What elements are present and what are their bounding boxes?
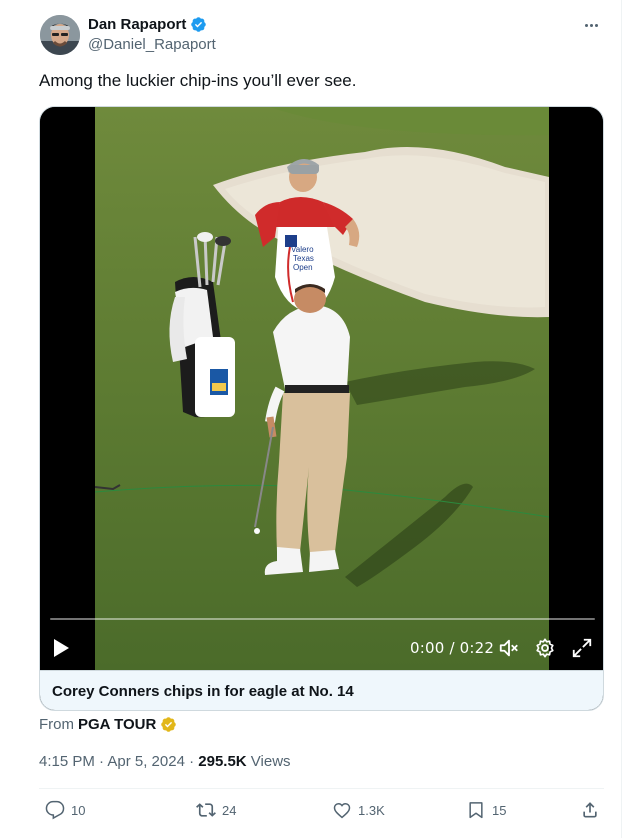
reply-icon [45, 800, 65, 820]
divider-top [39, 788, 604, 789]
svg-text:Open: Open [293, 263, 313, 272]
repost-icon [196, 803, 216, 817]
share-button[interactable] [580, 800, 600, 820]
tweet-meta: 4:15 PM · Apr 5, 2024 · 295.5K Views [39, 753, 291, 770]
source-attribution: From PGA TOUR [39, 716, 177, 733]
video-card[interactable]: Valero Texas Open 0:00 / 0:22 Corey Conn… [39, 106, 604, 711]
svg-text:Texas: Texas [293, 254, 314, 263]
action-bar: 10 24 1.3K 15 [39, 800, 604, 826]
timestamp[interactable]: 4:15 PM · Apr 5, 2024 · [39, 753, 198, 770]
bookmark-button[interactable]: 15 [466, 800, 506, 820]
more-icon[interactable] [581, 16, 601, 34]
source-prefix: From [39, 716, 74, 733]
volume-muted-icon[interactable] [498, 637, 520, 659]
like-icon [333, 802, 351, 819]
progress-bar[interactable] [50, 618, 595, 620]
gold-verified-icon [161, 717, 177, 732]
bookmark-icon [469, 802, 483, 819]
reply-count: 10 [71, 802, 86, 818]
author-avatar[interactable] [40, 15, 80, 55]
reply-button[interactable]: 10 [45, 800, 85, 820]
repost-button[interactable]: 24 [196, 800, 236, 820]
repost-count: 24 [222, 802, 237, 818]
author-name[interactable]: Dan Rapaport [88, 16, 186, 33]
fullscreen-icon[interactable] [571, 637, 593, 659]
video-frame: Valero Texas Open [95, 107, 549, 670]
share-icon [583, 802, 597, 818]
verified-icon [191, 17, 207, 32]
views-label: Views [246, 753, 291, 770]
source-link[interactable]: PGA TOUR [78, 716, 156, 733]
views-count: 295.5K [198, 753, 247, 770]
video-time: 0:00 / 0:22 [410, 639, 495, 657]
tweet-text: Among the luckier chip-ins you’ll ever s… [39, 71, 357, 90]
like-count: 1.3K [358, 802, 385, 818]
author-info: Dan Rapaport @Daniel_Rapaport [88, 16, 216, 53]
like-button[interactable]: 1.3K [332, 800, 385, 820]
tweet-card: Dan Rapaport @Daniel_Rapaport Among the … [20, 0, 622, 838]
play-icon[interactable] [52, 638, 70, 658]
video-caption: Corey Conners chips in for eagle at No. … [52, 683, 354, 700]
settings-icon[interactable] [534, 637, 556, 659]
video-caption-bar[interactable]: Corey Conners chips in for eagle at No. … [40, 670, 603, 710]
author-handle[interactable]: @Daniel_Rapaport [88, 36, 216, 53]
bookmark-count: 15 [492, 802, 507, 818]
video-player[interactable]: Valero Texas Open 0:00 / 0:22 [40, 107, 603, 670]
